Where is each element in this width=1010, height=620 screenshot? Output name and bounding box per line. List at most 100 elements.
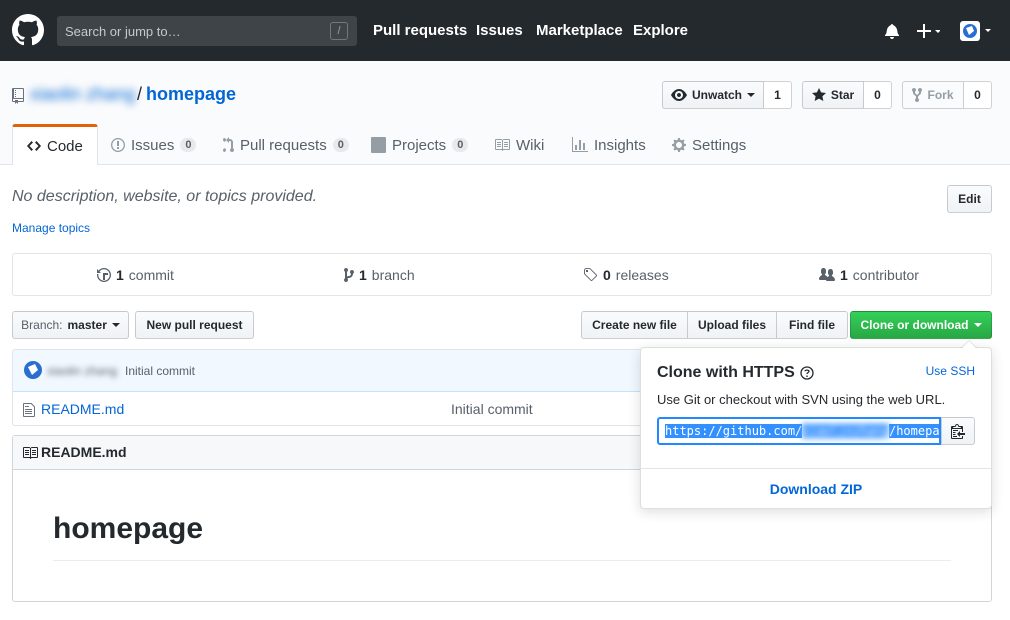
readme-heading: homepage: [53, 512, 204, 545]
eye-icon: [670, 89, 687, 101]
nav-marketplace[interactable]: Marketplace: [536, 22, 623, 39]
bell-icon[interactable]: [885, 23, 899, 39]
new-pull-request-button[interactable]: New pull request: [135, 311, 254, 339]
pull-requests-counter: 0: [332, 138, 349, 152]
caret-down-icon: [973, 323, 982, 327]
watchers-count[interactable]: 1: [764, 81, 792, 109]
commit-author[interactable]: xiaolin zhang: [47, 364, 117, 378]
branch-select-button[interactable]: Branch: master: [12, 311, 129, 339]
unwatch-button[interactable]: Unwatch: [662, 81, 764, 109]
manage-topics-link[interactable]: Manage topics: [12, 221, 90, 235]
contributors-label: contributor: [852, 267, 919, 283]
branches-label: branch: [371, 267, 415, 283]
nav-explore[interactable]: Explore: [633, 22, 688, 39]
commits-label: commit: [128, 267, 174, 283]
tab-insights[interactable]: Insights: [572, 125, 646, 165]
book-icon: [23, 447, 38, 459]
fork-button[interactable]: Fork: [902, 81, 964, 109]
repo-header: xiaolin zhang / homepage Unwatch 1 Star …: [0, 61, 1010, 165]
clone-url-owner: xiaolinzhang: [802, 424, 889, 438]
tab-wiki-label: Wiki: [516, 136, 545, 154]
clone-or-download-button[interactable]: Clone or download: [850, 311, 992, 339]
avatar: [960, 21, 991, 41]
clone-or-download-label: Clone or download: [860, 318, 969, 332]
stargazers-count[interactable]: 0: [864, 81, 892, 109]
nav-pull-requests[interactable]: Pull requests: [373, 22, 467, 39]
fork-group: Fork 0: [902, 81, 992, 109]
branch-prefix: Branch:: [21, 318, 63, 332]
search-shortcut-hint: /: [330, 22, 348, 40]
star-button[interactable]: Star: [802, 81, 864, 109]
graph-icon: [572, 137, 588, 152]
tab-projects-label: Projects: [392, 136, 447, 154]
releases-link[interactable]: 0 releases: [583, 267, 669, 283]
copy-to-clipboard-button[interactable]: [941, 417, 975, 445]
releases-label: releases: [615, 267, 669, 283]
clone-url-input[interactable]: https://github.com/xiaolinzhang/homepage…: [657, 417, 941, 445]
star-icon: [811, 88, 826, 101]
gear-icon: [672, 138, 686, 152]
commits-link[interactable]: 1 commit: [97, 267, 174, 283]
git-pull-request-icon: [223, 137, 234, 152]
caret-down-icon: [747, 93, 755, 97]
unwatch-label: Unwatch: [691, 88, 742, 102]
readme-title: README.md: [41, 444, 127, 460]
tab-code[interactable]: Code: [12, 124, 98, 165]
clone-title: Clone with HTTPS: [657, 364, 795, 381]
find-file-button[interactable]: Find file: [776, 311, 848, 339]
issues-counter: 0: [180, 138, 197, 152]
github-logo-icon[interactable]: [12, 14, 44, 46]
project-icon: [371, 137, 386, 153]
tab-insights-label: Insights: [594, 136, 646, 154]
global-header: / Pull requests Issues Marketplace Explo…: [0, 0, 1010, 61]
question-icon[interactable]: [800, 366, 814, 380]
upload-files-button[interactable]: Upload files: [687, 311, 777, 339]
file-actions-group: Create new file Upload files Find file: [581, 311, 848, 339]
create-new-file-button[interactable]: Create new file: [581, 311, 688, 339]
user-menu-dropdown[interactable]: [960, 21, 994, 44]
repo-summary: 1 commit 1 branch 0 releases 1 contribut…: [12, 253, 992, 296]
code-icon: [27, 141, 41, 151]
repo-name-link[interactable]: homepage: [146, 84, 236, 105]
book-icon: [495, 139, 510, 151]
clone-description: Use Git or checkout with SVN using the w…: [657, 392, 946, 407]
use-ssh-link[interactable]: Use SSH: [926, 364, 975, 378]
tab-code-label: Code: [47, 137, 83, 155]
commit-message[interactable]: Initial commit: [125, 364, 195, 378]
contributors-count: 1: [840, 267, 848, 283]
releases-count: 0: [603, 267, 611, 283]
global-search: /: [57, 16, 357, 46]
tab-projects[interactable]: Projects 0: [371, 125, 469, 165]
file-name-link[interactable]: README.md: [41, 401, 124, 417]
readme-divider: [53, 560, 951, 561]
avatar[interactable]: [23, 360, 43, 380]
tab-settings-label: Settings: [692, 136, 747, 154]
nav-issues[interactable]: Issues: [476, 22, 523, 39]
search-input[interactable]: [57, 16, 327, 46]
forks-count[interactable]: 0: [964, 81, 992, 109]
caret-down-icon: [111, 323, 120, 327]
commits-count: 1: [116, 267, 124, 283]
contributors-link[interactable]: 1 contributor: [819, 267, 919, 283]
repo-owner-link[interactable]: xiaolin zhang: [30, 84, 135, 105]
branches-link[interactable]: 1 branch: [344, 267, 415, 283]
clippy-icon: [951, 424, 965, 439]
edit-description-button[interactable]: Edit: [947, 185, 992, 213]
plus-icon: [917, 24, 941, 38]
organization-icon: [819, 268, 835, 281]
tab-wiki[interactable]: Wiki: [494, 125, 544, 165]
download-zip-link[interactable]: Download ZIP: [641, 481, 991, 497]
tab-settings[interactable]: Settings: [672, 125, 746, 165]
tab-pull-requests-label: Pull requests: [240, 136, 327, 154]
repo-description: No description, website, or topics provi…: [12, 188, 318, 205]
repo-icon: [12, 88, 24, 104]
tab-issues[interactable]: Issues 0: [111, 125, 197, 165]
branches-count: 1: [359, 267, 367, 283]
file-commit-message[interactable]: Initial commit: [451, 401, 533, 417]
star-label: Star: [830, 88, 855, 102]
clone-popover: Clone with HTTPS Use SSH Use Git or chec…: [640, 340, 992, 509]
create-new-dropdown[interactable]: [916, 22, 941, 43]
tag-icon: [584, 268, 598, 282]
tab-pull-requests[interactable]: Pull requests 0: [222, 125, 349, 165]
clone-url-suffix: /homepage.git: [888, 424, 939, 438]
